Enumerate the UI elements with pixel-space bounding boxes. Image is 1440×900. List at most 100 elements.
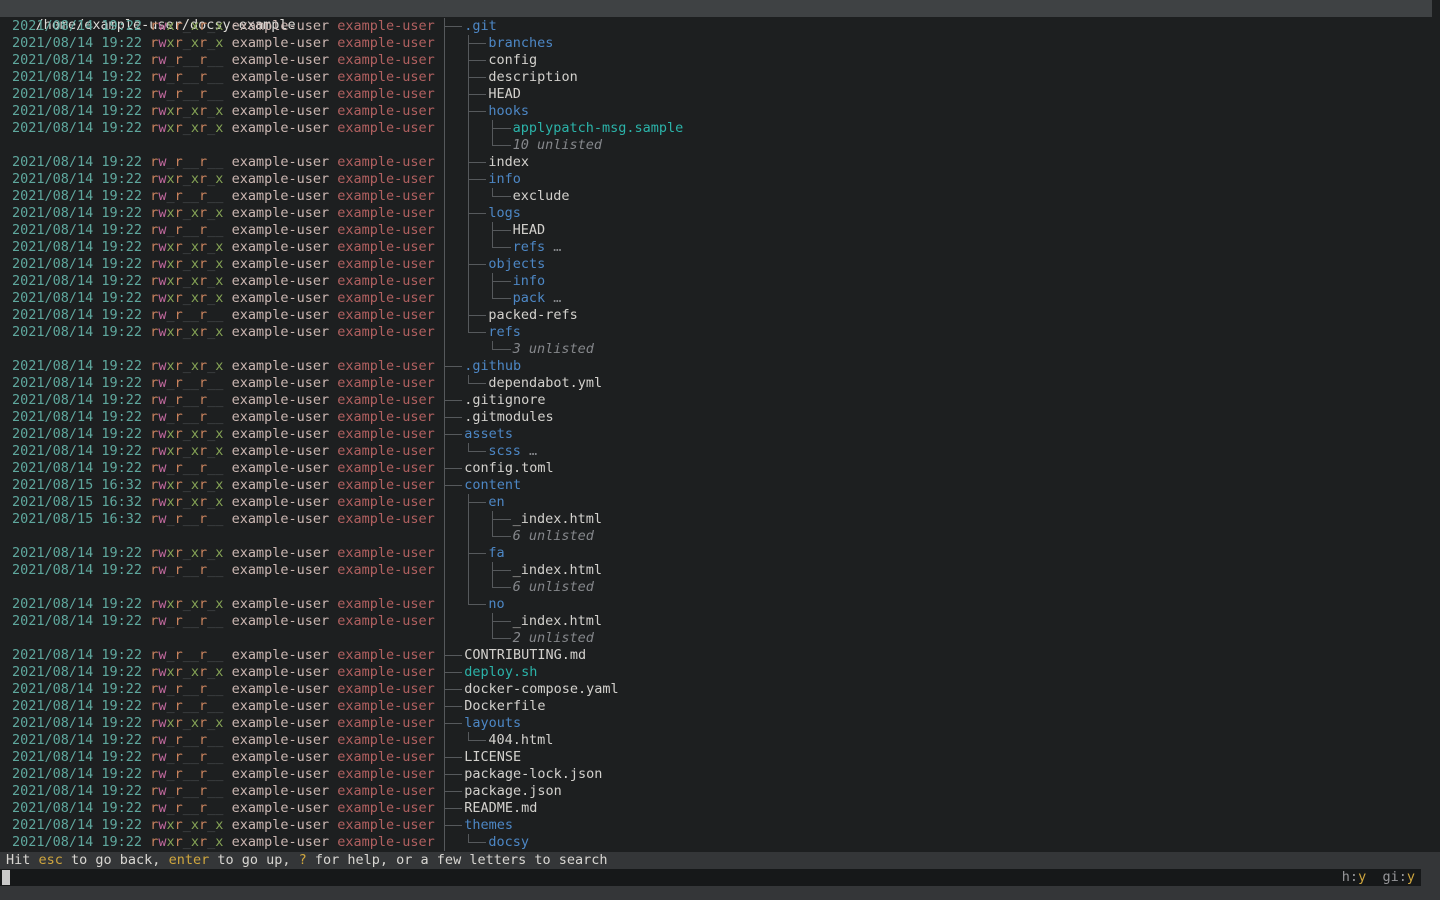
tree-row[interactable]: 2021/08/14 19:22 rw_r__r__ example-user … xyxy=(0,392,1440,409)
file-name[interactable]: CONTRIBUTING.md xyxy=(464,647,586,663)
tree-row[interactable]: 3 unlisted xyxy=(0,341,1440,358)
file-name[interactable]: packed-refs xyxy=(488,307,577,323)
dir-name[interactable]: docsy xyxy=(488,834,529,850)
tree-row[interactable]: 2021/08/14 19:22 rw_r__r__ example-user … xyxy=(0,732,1440,749)
file-name[interactable]: LICENSE xyxy=(464,749,521,765)
tree-row[interactable]: 6 unlisted xyxy=(0,528,1440,545)
file-name[interactable]: _index.html xyxy=(513,613,602,629)
tree-row[interactable]: 2021/08/15 16:32 rwxr_xr_x example-user … xyxy=(0,494,1440,511)
tree-row[interactable]: 2021/08/14 19:22 rw_r__r__ example-user … xyxy=(0,766,1440,783)
dir-name[interactable]: no xyxy=(488,596,504,612)
tree-row[interactable]: 2021/08/14 19:22 rw_r__r__ example-user … xyxy=(0,52,1440,69)
dir-name[interactable]: assets xyxy=(464,426,513,442)
tree-row[interactable]: 2021/08/15 16:32 rw_r__r__ example-user … xyxy=(0,511,1440,528)
file-name[interactable]: README.md xyxy=(464,800,537,816)
tree-row[interactable]: 2021/08/14 19:22 rwxr_xr_x example-user … xyxy=(0,426,1440,443)
tree-row[interactable]: 2021/08/14 19:22 rw_r__r__ example-user … xyxy=(0,222,1440,239)
tree-row[interactable]: 2021/08/14 19:22 rw_r__r__ example-user … xyxy=(0,409,1440,426)
file-name[interactable]: applypatch-msg.sample xyxy=(513,120,684,136)
tree-row[interactable]: 2021/08/14 19:22 rwxr_xr_x example-user … xyxy=(0,715,1440,732)
tree-row[interactable]: 2021/08/14 19:22 rw_r__r__ example-user … xyxy=(0,800,1440,817)
tree-row[interactable]: 2021/08/14 19:22 rw_r__r__ example-user … xyxy=(0,613,1440,630)
unlisted-count[interactable]: 6 unlisted xyxy=(513,579,594,595)
tree-row[interactable]: 2021/08/14 19:22 rw_r__r__ example-user … xyxy=(0,698,1440,715)
file-name[interactable]: package.json xyxy=(464,783,562,799)
dir-name[interactable]: info xyxy=(513,273,546,289)
dir-name[interactable]: hooks xyxy=(488,103,529,119)
file-name[interactable]: config.toml xyxy=(464,460,553,476)
tree-row[interactable]: 6 unlisted xyxy=(0,579,1440,596)
search-input-line[interactable]: h:y gi:y xyxy=(0,869,1421,886)
unlisted-count[interactable]: 3 unlisted xyxy=(513,341,594,357)
file-name[interactable]: package-lock.json xyxy=(464,766,602,782)
file-name[interactable]: docker-compose.yaml xyxy=(464,681,618,697)
tree-row[interactable]: 2021/08/14 19:22 rw_r__r__ example-user … xyxy=(0,375,1440,392)
dir-name[interactable]: en xyxy=(488,494,504,510)
file-name[interactable]: index xyxy=(488,154,529,170)
file-name[interactable]: _index.html xyxy=(513,562,602,578)
tree-row[interactable]: 2021/08/14 19:22 rwxr_xr_x example-user … xyxy=(0,35,1440,52)
dir-name[interactable]: logs xyxy=(488,205,521,221)
dir-name[interactable]: branches xyxy=(488,35,553,51)
unlisted-count[interactable]: 10 unlisted xyxy=(513,137,602,153)
file-name[interactable]: .gitignore xyxy=(464,392,545,408)
dir-name[interactable]: pack xyxy=(513,290,546,306)
dir-name[interactable]: fa xyxy=(488,545,504,561)
tree-row[interactable]: 2021/08/14 19:22 rwxr_xr_x example-user … xyxy=(0,290,1440,307)
tree-row[interactable]: 2021/08/14 19:22 rw_r__r__ example-user … xyxy=(0,783,1440,800)
file-name[interactable]: HEAD xyxy=(488,86,521,102)
unlisted-count[interactable]: 2 unlisted xyxy=(513,630,594,646)
file-name[interactable]: Dockerfile xyxy=(464,698,545,714)
file-name[interactable]: description xyxy=(488,69,577,85)
dir-name[interactable]: themes xyxy=(464,817,513,833)
tree-row[interactable]: 2021/08/14 19:22 rw_r__r__ example-user … xyxy=(0,647,1440,664)
tree-row[interactable]: 2021/08/14 19:22 rw_r__r__ example-user … xyxy=(0,154,1440,171)
unlisted-count[interactable]: 6 unlisted xyxy=(513,528,594,544)
file-name[interactable]: dependabot.yml xyxy=(488,375,602,391)
dir-name[interactable]: refs xyxy=(488,324,521,340)
file-name[interactable]: _index.html xyxy=(513,511,602,527)
tree-row[interactable]: 2021/08/14 19:22 rwxr_xr_x example-user … xyxy=(0,834,1440,851)
tree-row[interactable]: 2021/08/14 19:22 rwxr_xr_x example-user … xyxy=(0,324,1440,341)
tree-row[interactable]: 2021/08/14 19:22 rwxr_xr_x example-user … xyxy=(0,273,1440,290)
tree-row[interactable]: 2021/08/14 19:22 rwxr_xr_x example-user … xyxy=(0,120,1440,137)
tree-row[interactable]: 2021/08/14 19:22 rwxr_xr_x example-user … xyxy=(0,103,1440,120)
tree-row[interactable]: 2021/08/14 19:22 rwxr_xr_x example-user … xyxy=(0,205,1440,222)
file-name[interactable]: .gitmodules xyxy=(464,409,553,425)
tree-row[interactable]: 2021/08/15 16:32 rwxr_xr_x example-user … xyxy=(0,477,1440,494)
dir-name[interactable]: layouts xyxy=(464,715,521,731)
tree-row[interactable]: 2021/08/14 19:22 rw_r__r__ example-user … xyxy=(0,69,1440,86)
tree-row[interactable]: 2021/08/14 19:22 rw_r__r__ example-user … xyxy=(0,749,1440,766)
file-name[interactable]: deploy.sh xyxy=(464,664,537,680)
tree-row[interactable]: 2021/08/14 19:22 rw_r__r__ example-user … xyxy=(0,188,1440,205)
tree-row[interactable]: 2021/08/14 19:22 rwxr_xr_x example-user … xyxy=(0,171,1440,188)
tree-row[interactable]: 2021/08/14 19:22 rw_r__r__ example-user … xyxy=(0,562,1440,579)
file-name[interactable]: config xyxy=(488,52,537,68)
tree-row[interactable]: 2021/08/14 19:22 rw_r__r__ example-user … xyxy=(0,681,1440,698)
tree-row[interactable]: 2021/08/14 19:22 rwxr_xr_x example-user … xyxy=(0,545,1440,562)
dir-name[interactable]: .github xyxy=(464,358,521,374)
tree-row[interactable]: 2021/08/14 19:22 rwxr_xr_x example-user … xyxy=(0,239,1440,256)
tree-row[interactable]: 2021/08/14 19:22 rwxr_xr_x example-user … xyxy=(0,358,1440,375)
dir-name[interactable]: objects xyxy=(488,256,545,272)
file-name[interactable]: 404.html xyxy=(488,732,553,748)
tree-row[interactable]: 2021/08/14 19:22 rwxr_xr_x example-user … xyxy=(0,664,1440,681)
tree-row[interactable]: 2021/08/14 19:22 rwxr_xr_x example-user … xyxy=(0,256,1440,273)
tree-row[interactable]: 2 unlisted xyxy=(0,630,1440,647)
file-name[interactable]: HEAD xyxy=(513,222,546,238)
tree-row[interactable]: 2021/08/14 19:22 rw_r__r__ example-user … xyxy=(0,460,1440,477)
tree-row[interactable]: 2021/08/14 19:22 rwxr_xr_x example-user … xyxy=(0,596,1440,613)
tree-row[interactable]: 2021/08/14 19:22 rwxr_xr_x example-user … xyxy=(0,817,1440,834)
file-name[interactable]: exclude xyxy=(513,188,570,204)
permission-bit: x xyxy=(191,664,199,680)
dir-name[interactable]: info xyxy=(488,171,521,187)
tree-row[interactable]: 2021/08/14 19:22 rwxr_xr_x example-user … xyxy=(0,18,1440,35)
dir-name[interactable]: .git xyxy=(464,18,497,34)
tree-row[interactable]: 2021/08/14 19:22 rw_r__r__ example-user … xyxy=(0,307,1440,324)
tree-row[interactable]: 10 unlisted xyxy=(0,137,1440,154)
dir-name[interactable]: refs xyxy=(513,239,546,255)
dir-name[interactable]: scss xyxy=(488,443,521,459)
tree-row[interactable]: 2021/08/14 19:22 rw_r__r__ example-user … xyxy=(0,86,1440,103)
tree-row[interactable]: 2021/08/14 19:22 rwxr_xr_x example-user … xyxy=(0,443,1440,460)
dir-name[interactable]: content xyxy=(464,477,521,493)
